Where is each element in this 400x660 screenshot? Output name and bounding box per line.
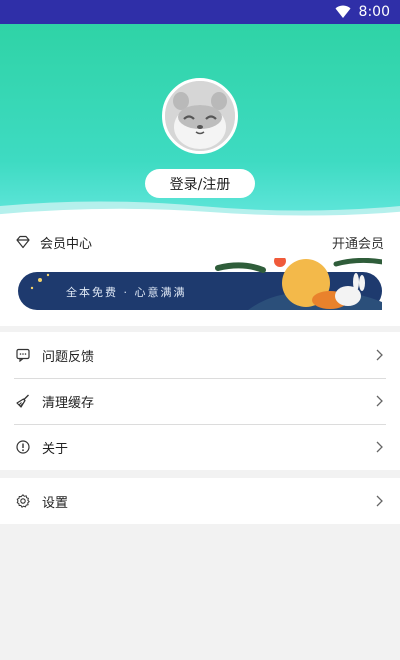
diamond-icon xyxy=(16,235,30,249)
header-wave xyxy=(0,201,400,220)
open-vip-link[interactable]: 开通会员 xyxy=(332,233,384,252)
vip-banner[interactable]: 全本免费 · 心意满满 xyxy=(18,258,382,316)
info-icon xyxy=(16,440,30,454)
menu-item-label: 关于 xyxy=(42,441,69,457)
wifi-icon xyxy=(335,5,351,18)
vip-center-row[interactable]: 会员中心 开通会员 xyxy=(0,230,400,254)
settings-group: 设置 xyxy=(0,478,400,524)
gear-icon xyxy=(16,494,30,508)
avatar[interactable] xyxy=(162,78,238,154)
menu-item-label: 问题反馈 xyxy=(42,349,95,365)
menu-item-label: 设置 xyxy=(42,495,69,511)
menu-group: 问题反馈 清理缓存 关于 xyxy=(0,332,400,470)
chevron-right-icon xyxy=(376,395,383,407)
vip-card: 会员中心 开通会员 全本免费 · 心意满满 xyxy=(0,220,400,326)
profile-header: 登录/注册 xyxy=(0,24,400,220)
menu-item-feedback[interactable]: 问题反馈 xyxy=(0,332,400,378)
status-bar: 8:00 xyxy=(0,0,400,24)
menu-item-about[interactable]: 关于 xyxy=(0,424,400,470)
menu-item-clear-cache[interactable]: 清理缓存 xyxy=(0,378,400,424)
status-time: 8:00 xyxy=(358,4,390,20)
menu-item-settings[interactable]: 设置 xyxy=(0,478,400,524)
chevron-right-icon xyxy=(376,441,383,453)
raccoon-avatar-icon xyxy=(165,81,235,151)
chevron-right-icon xyxy=(376,495,383,507)
feedback-icon xyxy=(16,348,30,362)
broom-icon xyxy=(16,394,29,408)
menu-item-label: 清理缓存 xyxy=(42,395,95,411)
vip-banner-text: 全本免费 · 心意满满 xyxy=(66,285,187,299)
vip-center-title: 会员中心 xyxy=(40,236,93,252)
chevron-right-icon xyxy=(376,349,383,361)
